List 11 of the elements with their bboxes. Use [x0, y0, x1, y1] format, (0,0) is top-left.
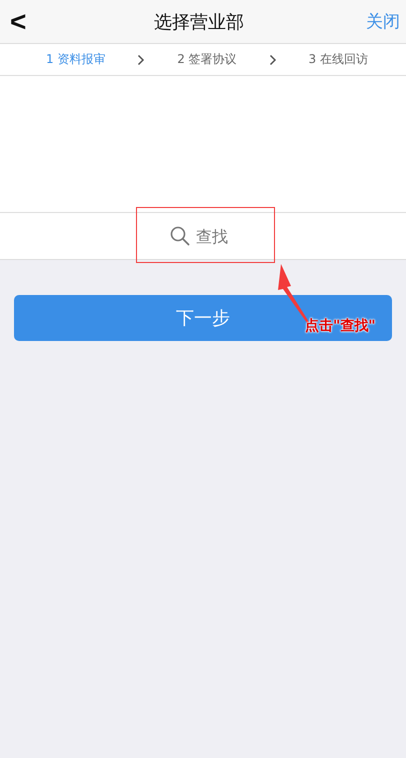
step-tab[interactable]: 2 签署协议 [177, 51, 237, 68]
step-tab[interactable]: 1 资料报审 [46, 51, 106, 68]
chevron-icon [137, 54, 146, 66]
back-button[interactable]: < [4, 6, 32, 38]
page-title: 选择营业部 [154, 10, 244, 34]
search-icon [170, 226, 190, 246]
chevron-icon [268, 54, 277, 66]
annotation-text: 点击"查找" [305, 317, 376, 335]
close-button[interactable]: 关闭 [366, 10, 400, 33]
step-tab[interactable]: 3 在线回访 [308, 51, 368, 68]
search-field[interactable]: 查找 [196, 226, 236, 246]
